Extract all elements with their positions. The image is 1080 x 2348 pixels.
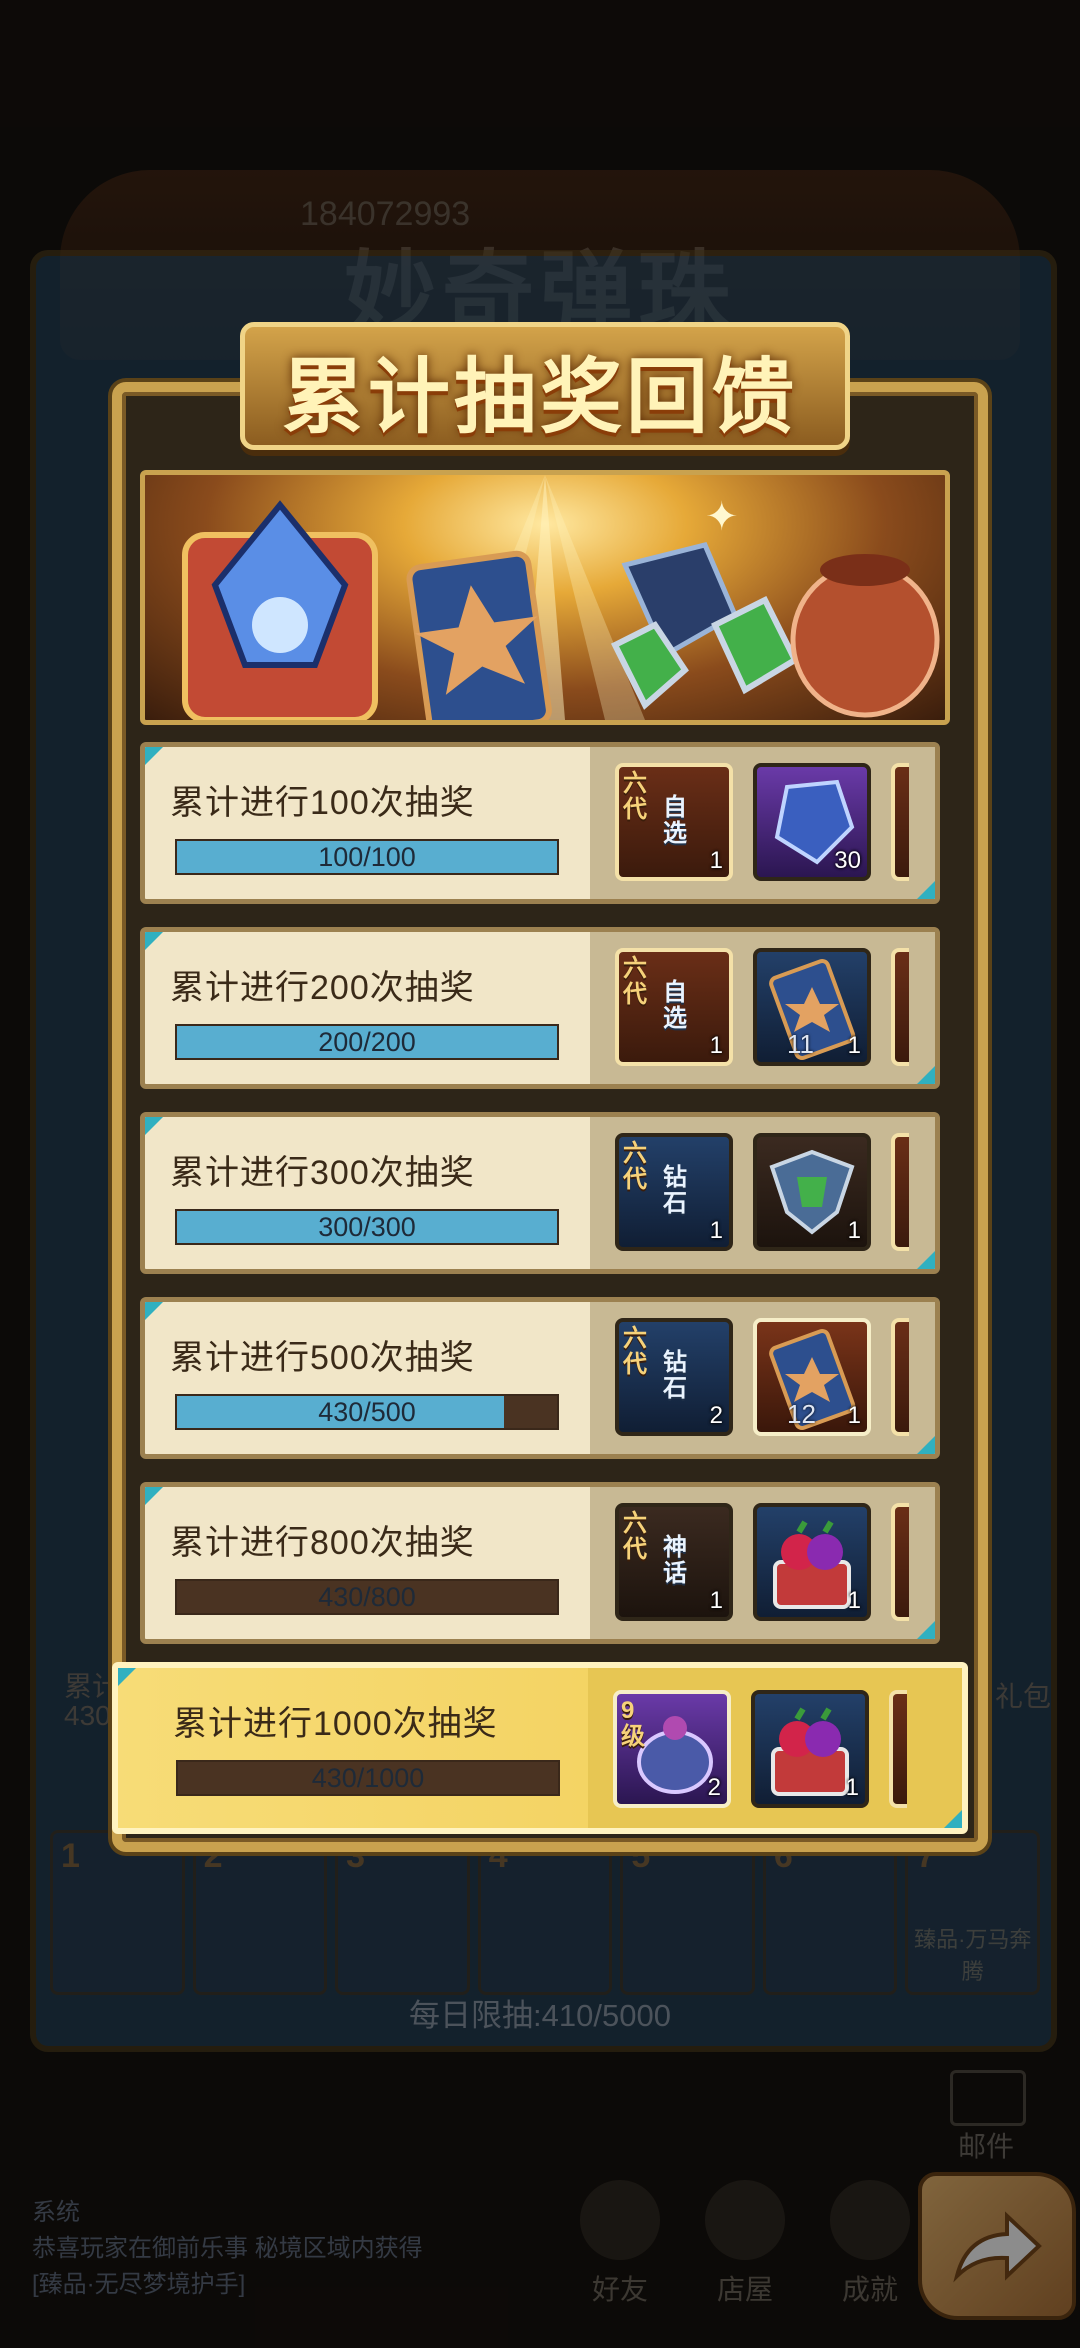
item-level: 11 (787, 1029, 814, 1059)
modal-title: 累计抽奖回馈 (281, 352, 798, 443)
item-count: 1 (847, 1217, 861, 1244)
item-count: 2 (709, 1402, 723, 1429)
reward-item-star-card[interactable]: 12 1 (753, 1318, 871, 1436)
reward-item-peek[interactable] (891, 763, 909, 881)
reward-row: 累计进行100次抽奖 100/100 六代 自选 1 30 (140, 742, 940, 904)
reward-item-star-card[interactable]: 11 1 (753, 948, 871, 1066)
row-title: 累计进行500次抽奖 (170, 1339, 475, 1377)
reward-item-green-emblem[interactable]: 1 (753, 1133, 871, 1251)
reward-row: 累计进行800次抽奖 430/800 六代 神话 1 1 (140, 1482, 940, 1644)
item-count: 1 (709, 1587, 723, 1614)
item-tag: 9级 (621, 1697, 645, 1750)
item-tag: 六代 (623, 1140, 647, 1193)
item-count: 1 (709, 1217, 723, 1244)
reward-item-crystal[interactable]: 30 (753, 763, 871, 881)
reward-items: 六代 钻石 2 12 1 (615, 1318, 909, 1436)
item-count: 1 (847, 1032, 861, 1059)
progress-text: 430/500 (318, 1397, 416, 1427)
reward-items: 六代 神话 1 1 (615, 1503, 909, 1621)
progress-bar: 300/300 (175, 1209, 559, 1245)
item-tag: 六代 (623, 770, 647, 823)
item-tag-secondary: 自选 (663, 794, 687, 847)
row-title: 累计进行200次抽奖 (170, 969, 475, 1007)
progress-bar: 200/200 (175, 1024, 559, 1060)
item-tag: 六代 (623, 955, 647, 1008)
reward-item-six-gen-myth[interactable]: 六代 神话 1 (615, 1503, 733, 1621)
item-count: 1 (845, 1774, 859, 1801)
progress-bar: 100/100 (175, 839, 559, 875)
progress-text: 100/100 (318, 842, 416, 872)
reward-items: 9级 2 1 (613, 1690, 907, 1808)
row-title: 累计进行800次抽奖 (170, 1524, 475, 1562)
item-level: 12 (787, 1399, 816, 1429)
progress-text: 430/1000 (311, 1763, 425, 1793)
item-count: 2 (707, 1774, 721, 1801)
progress-text: 200/200 (318, 1027, 416, 1057)
rewards-showcase-banner: ✦ (140, 470, 950, 725)
reward-item-peek[interactable] (889, 1690, 907, 1808)
item-count: 30 (834, 847, 861, 874)
reward-row-highlighted: 累计进行1000次抽奖 430/1000 9级 2 1 (112, 1662, 968, 1834)
progress-text: 430/800 (318, 1582, 416, 1612)
row-title: 累计进行100次抽奖 (170, 784, 475, 822)
reward-row: 累计进行300次抽奖 300/300 六代 钻石 1 1 (140, 1112, 940, 1274)
progress-bar: 430/1000 (176, 1760, 560, 1796)
progress-text: 300/300 (318, 1212, 416, 1242)
reward-items: 六代 自选 1 11 1 (615, 948, 909, 1066)
reward-item-six-gen-select[interactable]: 六代 自选 1 (615, 948, 733, 1066)
item-tag-secondary: 钻石 (663, 1164, 687, 1217)
reward-row: 累计进行500次抽奖 430/500 六代 钻石 2 12 1 (140, 1297, 940, 1459)
reward-item-six-gen-select[interactable]: 六代 自选 1 (615, 763, 733, 881)
reward-showcase-art: ✦ (182, 475, 940, 720)
svg-text:✦: ✦ (705, 495, 739, 539)
item-tag-secondary: 钻石 (663, 1349, 687, 1402)
progress-bar: 430/500 (175, 1394, 559, 1430)
reward-item-six-gen-diamond[interactable]: 六代 钻石 2 (615, 1318, 733, 1436)
reward-item-six-gen-diamond[interactable]: 六代 钻石 1 (615, 1133, 733, 1251)
item-count: 1 (847, 1587, 861, 1614)
item-tag: 六代 (623, 1325, 647, 1378)
row-title: 累计进行300次抽奖 (170, 1154, 475, 1192)
item-tag-secondary: 自选 (663, 979, 687, 1032)
progress-bar: 430/800 (175, 1579, 559, 1615)
item-tag-secondary: 神话 (663, 1534, 687, 1587)
reward-item-fruit-chest[interactable]: 1 (753, 1503, 871, 1621)
reward-items: 六代 自选 1 30 (615, 763, 909, 881)
reward-item-level-9-bag[interactable]: 9级 2 (613, 1690, 731, 1808)
item-tag: 六代 (623, 1510, 647, 1563)
item-count: 1 (847, 1402, 861, 1429)
reward-item-peek[interactable] (891, 1133, 909, 1251)
reward-row: 累计进行200次抽奖 200/200 六代 自选 1 11 1 (140, 927, 940, 1089)
item-count: 1 (709, 847, 723, 874)
reward-item-peek[interactable] (891, 1318, 909, 1436)
reward-item-peek[interactable] (891, 948, 909, 1066)
item-count: 1 (709, 1032, 723, 1059)
reward-item-fruit-chest[interactable]: 1 (751, 1690, 869, 1808)
row-title: 累计进行1000次抽奖 (173, 1705, 498, 1743)
reward-item-peek[interactable] (891, 1503, 909, 1621)
reward-items: 六代 钻石 1 1 (615, 1133, 909, 1251)
